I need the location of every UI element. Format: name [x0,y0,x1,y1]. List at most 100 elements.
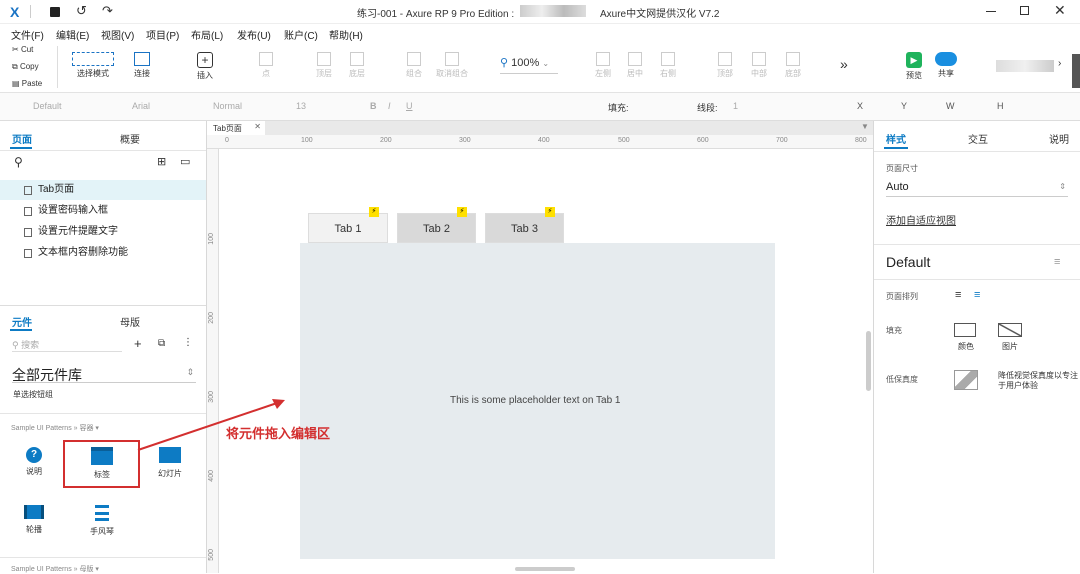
point-button[interactable]: 点 [254,52,278,79]
insert-button[interactable]: + 插入 [188,52,222,81]
align-right-button[interactable]: 右侧 [655,52,681,79]
tab-outline[interactable]: 概要 [120,131,140,146]
lightning-icon: ⚡ [457,207,467,217]
canvas-tab-3[interactable]: Tab 3 ⚡ [485,207,564,243]
canvas-tab-1[interactable]: Tab 1 ⚡ [308,207,388,243]
blurred-name [520,5,586,17]
library-select[interactable]: 全部元件库 ⇕ [12,365,196,383]
more-tools-button[interactable]: » [840,56,848,72]
align-top-button[interactable]: 顶部 [712,52,738,79]
select-mode-label: 选择模式 [77,69,109,78]
search-icon[interactable]: ⚲ [14,155,23,169]
tab-notes[interactable]: 说明 [1049,131,1069,146]
align-right-label: 右侧 [660,69,676,78]
widget-search-input[interactable]: ⚲ 搜索 [12,338,122,352]
share-button[interactable]: 共享 [932,52,960,79]
widget-label: 幻灯片 [158,469,182,478]
widget-note[interactable]: ? 说明 [4,447,64,481]
align-bottom-button[interactable]: 底部 [780,52,806,79]
edition-label: Axure中文网提供汉化 V7.2 [600,9,720,20]
close-button[interactable]: ✕ [1054,2,1066,19]
widget-accordion[interactable]: 手风琴 [72,505,132,541]
zoom-select[interactable]: ⚲ 100% ⌄ [500,56,558,74]
align-middle-button[interactable]: 中部 [746,52,772,79]
group-button[interactable]: 组合 [400,52,428,79]
menu-project[interactable]: 项目(P) [146,27,179,42]
page-item[interactable]: Tab页面 [0,180,206,200]
menu-layout[interactable]: 布局(L) [191,27,223,42]
add-folder-icon[interactable]: ▭ [180,155,190,168]
menu-account[interactable]: 账户(C) [284,27,318,42]
canvas-tab-2[interactable]: Tab 2 ⚡ [397,207,476,243]
align-left-button[interactable]: 左侧 [590,52,616,79]
top-layer-button[interactable]: 顶层 [310,52,338,79]
tab-interactions[interactable]: 交互 [968,131,988,146]
cut-button[interactable]: ✂ Cut [12,45,33,54]
minimize-button[interactable] [986,11,996,12]
menu-edit[interactable]: 编辑(E) [56,27,89,42]
user-account[interactable] [996,60,1054,72]
page-item[interactable]: 设置元件提醒文字 [0,222,206,242]
size-select[interactable]: 13 [296,101,306,111]
vertical-scrollbar[interactable] [866,331,871,391]
connect-button[interactable]: 连接 [128,52,156,79]
undo-icon[interactable]: ↺ [76,3,87,19]
add-library-icon[interactable]: + [134,336,142,351]
low-fidelity-toggle[interactable] [954,370,978,390]
horizontal-scrollbar[interactable] [515,567,575,571]
more-options-icon[interactable]: ⋮ [183,337,193,348]
style-edit-icon[interactable]: ≡ [1054,256,1060,268]
page-icon [24,228,32,237]
italic-icon[interactable]: I [388,101,391,111]
maximize-button[interactable] [1020,6,1029,15]
page-size-select[interactable]: Auto ⇕ [886,181,1068,197]
copy-button[interactable]: ⧉ Copy [12,62,39,72]
accordion-icon [95,505,109,521]
align-left-icon[interactable]: ≡ [955,289,961,301]
left-panel: 页面 概要 ⚲ ⊞ ▭ Tab页面 设置密码输入框 设置元件提醒文字 文本框内容… [0,121,207,573]
bold-icon[interactable]: B [370,101,377,111]
align-center-icon[interactable]: ≡ [974,289,980,301]
tab-masters[interactable]: 母版 [120,314,140,329]
library-subitem[interactable]: 单选按钮组 [13,389,53,400]
preview-button[interactable]: ▶ 预览 [900,52,928,81]
close-icon[interactable]: ✕ [254,122,261,131]
h-label: H [997,101,1004,111]
ungroup-button[interactable]: 取消组合 [432,52,472,79]
menu-help[interactable]: 帮助(H) [329,27,363,42]
style-select[interactable]: Default [33,101,62,111]
underline-icon[interactable]: U [406,101,413,111]
library-copy-icon[interactable]: ⧉ [158,338,165,349]
paste-button[interactable]: ▤ Paste [12,79,42,88]
fill-image-button[interactable] [998,323,1022,337]
bottom-layer-button[interactable]: 底层 [343,52,371,79]
section-header[interactable]: Sample UI Patterns » 容器 ▾ [11,423,99,433]
align-center-button[interactable]: 居中 [622,52,648,79]
menu-file[interactable]: 文件(F) [11,27,44,42]
bottom-layer-label: 底层 [349,69,365,78]
widget-carousel[interactable]: 轮播 [4,505,64,539]
fill-color-button[interactable] [954,323,976,337]
page-item[interactable]: 文本框内容删除功能 [0,243,206,263]
chevron-down-icon[interactable]: ▼ [861,122,869,131]
page-item[interactable]: 设置密码输入框 [0,201,206,221]
page-label: 设置元件提醒文字 [38,226,118,237]
select-mode-button[interactable]: 选择模式 [64,52,122,79]
tab-widgets[interactable]: 元件 [12,314,32,329]
side-handle[interactable] [1072,54,1080,88]
add-page-icon[interactable]: ⊞ [157,155,166,168]
add-adaptive-view-link[interactable]: 添加自适应视图 [886,212,956,227]
tab-pages[interactable]: 页面 [12,131,32,146]
bring-front-icon [317,52,331,66]
line-width[interactable]: 1 [733,101,738,111]
font-select[interactable]: Arial [132,101,150,111]
tab-page-document[interactable]: Tab页面 ✕ [207,121,265,135]
menu-publish[interactable]: 发布(U) [237,27,271,42]
redo-icon[interactable]: ↷ [102,3,113,19]
menu-view[interactable]: 视图(V) [101,27,134,42]
weight-select[interactable]: Normal [213,101,242,111]
widget-tabs[interactable]: 标签 [72,447,132,483]
tab-style[interactable]: 样式 [886,131,906,146]
scissors-icon: ✂ [12,45,19,54]
save-icon[interactable] [50,7,60,17]
